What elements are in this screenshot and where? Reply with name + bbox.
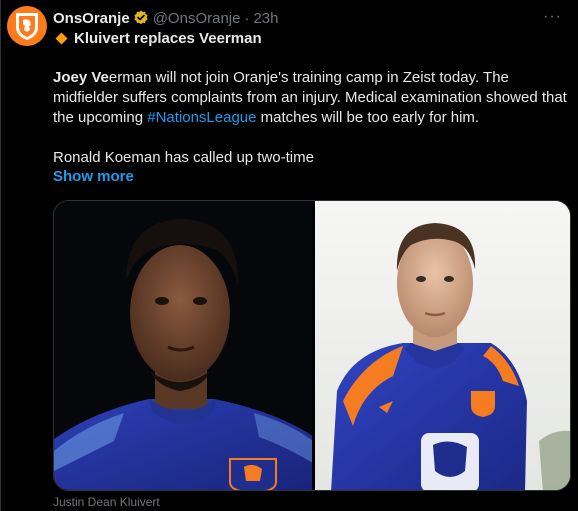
timestamp[interactable]: 23h bbox=[253, 10, 278, 27]
tweet-text-part-b: matches will be too early for him. bbox=[256, 109, 480, 126]
media-caption: Justin Dean Kluivert bbox=[53, 495, 160, 509]
photo-left[interactable] bbox=[54, 201, 312, 490]
tweet-card[interactable]: OnsOranje @OnsOranje · 23h ··· Kluivert … bbox=[0, 0, 578, 511]
lion-crest-icon bbox=[16, 13, 38, 40]
headline-text: Kluivert replaces Veerman bbox=[74, 30, 262, 47]
orange-diamond-icon bbox=[55, 32, 68, 45]
hashtag-link[interactable]: #NationsLeague bbox=[147, 109, 256, 126]
author-name[interactable]: OnsOranje bbox=[53, 10, 130, 27]
media-grid bbox=[53, 200, 571, 491]
tweet-paragraph-1: Joey Veerman will not join Oranje's trai… bbox=[53, 68, 573, 128]
avatar[interactable] bbox=[7, 6, 47, 46]
more-options-icon[interactable]: ··· bbox=[543, 8, 562, 26]
verified-badge-icon bbox=[133, 10, 149, 26]
show-more-link[interactable]: Show more bbox=[53, 168, 134, 185]
tweet-text: Joey Veerman will not join Oranje's trai… bbox=[53, 68, 573, 168]
tweet-header: OnsOranje @OnsOranje · 23h ··· bbox=[53, 8, 568, 28]
headline: Kluivert replaces Veerman bbox=[53, 30, 262, 47]
photo-right[interactable] bbox=[312, 201, 570, 490]
mention-bold: Joey Ve bbox=[53, 69, 109, 86]
tweet-paragraph-2: Ronald Koeman has called up two-time bbox=[53, 149, 314, 166]
separator-dot: · bbox=[244, 9, 250, 27]
author-handle[interactable]: @OnsOranje bbox=[153, 10, 241, 27]
